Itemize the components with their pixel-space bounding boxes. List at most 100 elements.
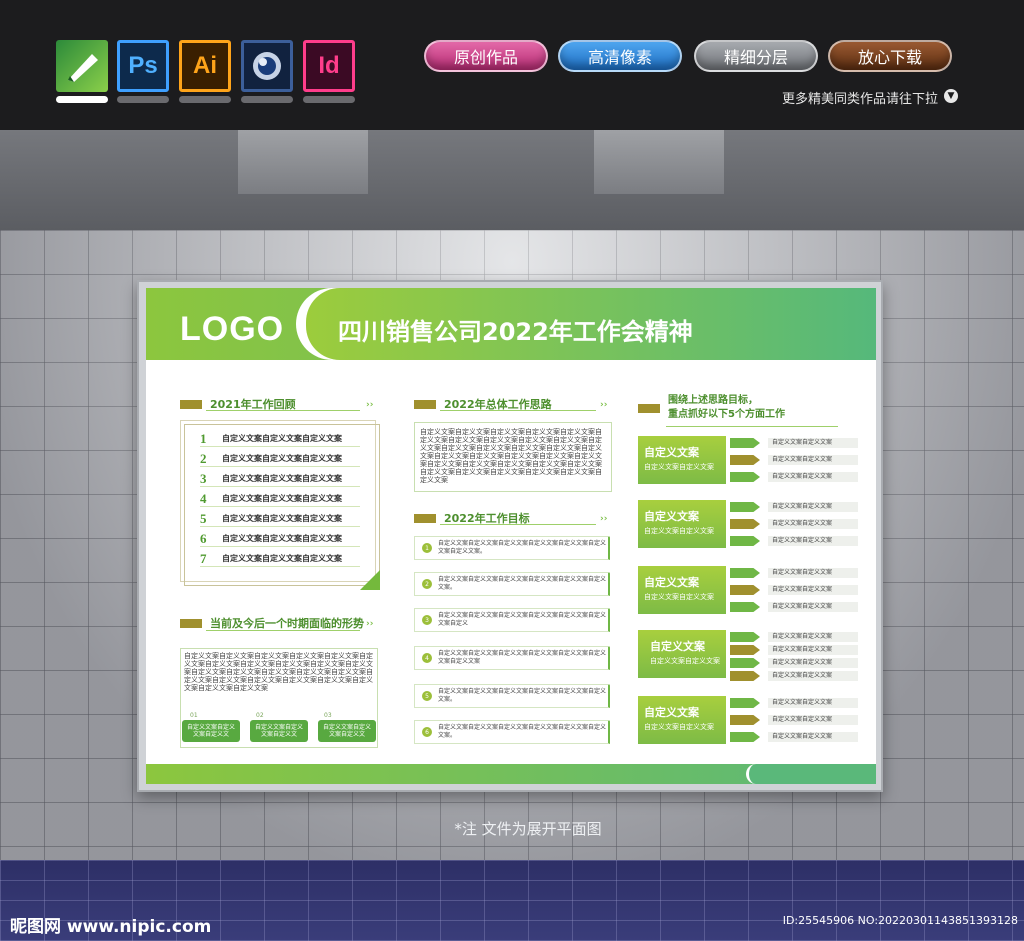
photoshop-icon[interactable]: Ps <box>117 40 169 92</box>
block-title: 自定义文案 <box>644 446 699 459</box>
arrow-icon <box>730 602 760 612</box>
focus-row: 自定义文案自定义文案 <box>768 645 858 655</box>
review-text: 自定义文案自定义文案自定义文案 <box>222 434 342 443</box>
review-number: 2 <box>200 450 207 466</box>
focus-row: 自定义文案自定义文案 <box>768 455 858 465</box>
fine-layers-button[interactable]: 精细分层 <box>694 40 818 72</box>
review-text: 自定义文案自定义文案自定义文案 <box>222 454 342 463</box>
arrow-icon <box>730 472 760 482</box>
block-subtitle: 自定义文案自定义文案 <box>644 527 714 535</box>
original-works-button[interactable]: 原创作品 <box>424 40 548 72</box>
ceiling <box>0 130 1024 230</box>
arrow-icon <box>730 568 760 578</box>
review-number: 6 <box>200 530 207 546</box>
app-indicator <box>241 96 293 103</box>
focus-block: 自定义文案 自定义文案自定义文案 <box>638 696 726 744</box>
review-text: 自定义文案自定义文案自定义文案 <box>222 514 342 523</box>
situation-title: 当前及今后一个时期面临的形势 <box>210 617 364 630</box>
tag-number: 01 <box>190 712 198 719</box>
focus-row: 自定义文案自定义文案 <box>768 632 858 642</box>
goal-text: 自定义文案自定义文案自定义文案自定义文案自定义文案自定义文案。 <box>438 576 607 591</box>
poster-title: 四川销售公司2022年工作会精神 <box>338 318 693 346</box>
arrow-icon <box>730 585 760 595</box>
review-number: 5 <box>200 510 207 526</box>
arrow-icon <box>730 671 760 681</box>
block-title: 自定义文案 <box>644 510 699 523</box>
focus-title-line1: 围绕上述思路目标， <box>668 395 758 406</box>
indesign-icon[interactable]: Id <box>303 40 355 92</box>
focus-row: 自定义文案自定义文案 <box>768 671 858 681</box>
app-indicator <box>179 96 231 103</box>
heading-marker <box>414 513 436 523</box>
focus-row: 自定义文案自定义文案 <box>768 585 858 595</box>
top-bar: Ps Ai Id 原创作品 高清像素 精细分层 放心下载 更多精美同类作品请往下… <box>0 0 1024 130</box>
goal-text: 自定义文案自定义文案自定义文案自定义文案自定义文案自定义文案。 <box>438 724 607 739</box>
review-item: 6 自定义文案自定义文案自定义文案 <box>200 531 360 547</box>
focus-row: 自定义文案自定义文案 <box>768 438 858 448</box>
focus-row: 自定义文案自定义文案 <box>768 519 858 529</box>
review-number: 4 <box>200 490 207 506</box>
focus-block: 自定义文案 自定义文案自定义文案 <box>638 630 726 678</box>
situation-heading: 当前及今后一个时期面临的形势 <box>180 615 364 631</box>
focus-row: 自定义文案自定义文案 <box>768 536 858 546</box>
site-watermark: 昵图网 www.nipic.com <box>10 917 212 937</box>
cinema4d-icon[interactable] <box>241 40 293 92</box>
illustrator-icon[interactable]: Ai <box>179 40 231 92</box>
more-works-link[interactable]: 更多精美同类作品请往下拉 <box>782 88 938 107</box>
focus-block: 自定义文案 自定义文案自定义文案 <box>638 436 726 484</box>
app-indicator <box>303 96 355 103</box>
double-arrow-icon: ›› <box>366 400 374 410</box>
block-subtitle: 自定义文案自定义文案 <box>644 593 714 601</box>
tag-number: 03 <box>324 712 332 719</box>
heading-line <box>206 410 360 411</box>
poster: LOGO 四川销售公司2022年工作会精神 2021年工作回顾 ›› 1 自定义文… <box>146 288 876 784</box>
app-indicator-active <box>56 96 108 103</box>
situation-tag: 自定义文案自定义文案自定义文 <box>318 720 376 742</box>
safe-download-button[interactable]: 放心下载 <box>828 40 952 72</box>
review-number: 1 <box>200 430 207 446</box>
block-subtitle: 自定义文案自定义文案 <box>644 463 714 471</box>
focus-row: 自定义文案自定义文案 <box>768 472 858 482</box>
arrow-icon <box>730 438 760 448</box>
chevron-down-icon[interactable]: ▼ <box>944 89 958 103</box>
app-indicator <box>117 96 169 103</box>
review-item: 1 自定义文案自定义文案自定义文案 <box>200 431 360 447</box>
coreldraw-icon[interactable] <box>56 40 108 92</box>
goal-text: 自定义文案自定义文案自定义文案自定义文案自定义文案自定义文案。 <box>438 688 607 703</box>
image-id-watermark: ID:25545906 NO:20220301143851393128 <box>782 914 1018 927</box>
goal-number: 6 <box>422 727 432 737</box>
review-item: 4 自定义文案自定义文案自定义文案 <box>200 491 360 507</box>
arrow-icon <box>730 455 760 465</box>
plan-text: 自定义文案自定义文案自定义文案自定义文案自定义文案自定义文案自定义文案自定义文案… <box>420 428 602 484</box>
heading-marker <box>180 618 202 628</box>
focus-title: 围绕上述思路目标， 重点抓好以下5个方面工作 <box>668 394 785 422</box>
hd-pixels-button[interactable]: 高清像素 <box>558 40 682 72</box>
goal-number: 3 <box>422 615 432 625</box>
focus-row: 自定义文案自定义文案 <box>768 732 858 742</box>
review-text: 自定义文案自定义文案自定义文案 <box>222 494 342 503</box>
heading-line <box>666 426 838 427</box>
block-subtitle: 自定义文案自定义文案 <box>644 723 714 731</box>
block-title: 自定义文案 <box>650 640 705 653</box>
goal-number: 5 <box>422 691 432 701</box>
arrow-icon <box>730 715 760 725</box>
focus-row: 自定义文案自定义文案 <box>768 658 858 668</box>
arrow-icon <box>730 658 760 668</box>
focus-block: 自定义文案 自定义文案自定义文案 <box>638 566 726 614</box>
review-number: 7 <box>200 550 207 566</box>
arrow-icon <box>730 519 760 529</box>
goal-text: 自定义文案自定义文案自定义文案自定义文案自定义文案自定义文案自定义 <box>438 612 607 627</box>
review-text: 自定义文案自定义文案自定义文案 <box>222 474 342 483</box>
goal-number: 2 <box>422 579 432 589</box>
focus-row: 自定义文案自定义文案 <box>768 502 858 512</box>
review-item: 3 自定义文案自定义文案自定义文案 <box>200 471 360 487</box>
situation-tag: 自定义文案自定义文案自定义文 <box>250 720 308 742</box>
review-number: 3 <box>200 470 207 486</box>
focus-row: 自定义文案自定义文案 <box>768 698 858 708</box>
double-arrow-icon: ›› <box>600 514 608 524</box>
arrow-icon <box>730 732 760 742</box>
corner-triangle <box>360 570 380 590</box>
ceiling-lamp <box>238 130 368 194</box>
arrow-icon <box>730 698 760 708</box>
heading-line <box>440 410 596 411</box>
